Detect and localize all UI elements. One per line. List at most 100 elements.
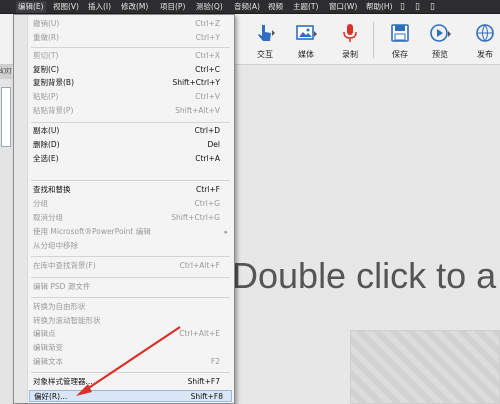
menu-item-edit-with-powerpoint[interactable]: 使用 Microsoft®PowerPoint 编辑 ▸ (33, 226, 228, 238)
placeholder-image (350, 330, 500, 404)
menu-item-group[interactable]: 分组 Ctrl+G (33, 198, 228, 210)
publish-button[interactable]: 发布 (468, 19, 500, 63)
preview-label: 预览 (432, 50, 448, 59)
record-button[interactable]: 录制 (333, 19, 367, 63)
save-label: 保存 (392, 50, 408, 59)
menu-item-select-all-shortcut: Ctrl+A (195, 154, 220, 163)
menu-icon-strip (14, 15, 28, 403)
filmstrip-tab[interactable]: 幻灯 (0, 65, 12, 79)
save-icon (391, 24, 409, 42)
edit-menu-dropdown: 撤销(U) Ctrl+Z 重做(R) Ctrl+Y 剪切(T) Ctrl+X 复制(C… (13, 14, 235, 404)
menu-theme[interactable]: 主题(T) (291, 1, 320, 13)
slide-thumbnail[interactable] (1, 87, 11, 147)
menu-view[interactable]: 视图(V) (51, 1, 81, 13)
menu-help[interactable]: 帮助(H) (364, 1, 395, 13)
menu-separator (31, 47, 230, 48)
menu-item-paste-label: 粘贴(P) (33, 92, 59, 101)
microphone-icon (343, 24, 357, 42)
menu-item-cut-label: 剪切(T) (33, 51, 59, 60)
menu-insert[interactable]: 插入(I) (86, 1, 113, 13)
menu-video[interactable]: 视频 (266, 1, 285, 13)
menu-extra-3-icon[interactable]: ▯ (428, 1, 437, 13)
menu-item-copy-background-shortcut: Shift+Ctrl+Y (172, 78, 220, 87)
menu-item-select-all-label: 全选(E) (33, 154, 59, 163)
menu-item-copy-background-label: 复制背景(B) (33, 78, 74, 87)
menu-project[interactable]: 项目(P) (158, 1, 187, 13)
menu-separator (31, 372, 230, 373)
menu-item-edit-psd[interactable]: 编辑 PSD 源文件 (33, 281, 228, 293)
publish-label: 发布 (477, 50, 493, 59)
media-button[interactable]: 媒体 (289, 19, 323, 63)
menu-item-object-style-manager[interactable]: 对象样式管理器... Shift+F7 (33, 376, 228, 388)
interaction-label: 交互 (257, 50, 273, 59)
menu-item-object-style-manager-shortcut: Shift+F7 (187, 377, 220, 386)
menu-item-undo[interactable]: 撤销(U) Ctrl+Z (33, 18, 228, 30)
preview-icon (430, 24, 451, 42)
menu-item-convert-rollover-label: 转换为滚动智能形状 (33, 316, 101, 325)
menu-item-paste[interactable]: 粘贴(P) Ctrl+V (33, 91, 228, 103)
menu-item-cut-shortcut: Ctrl+X (195, 51, 220, 60)
menu-extra-2-icon[interactable]: ▯ (413, 1, 422, 13)
filmstrip-pane: 幻灯 (0, 65, 12, 404)
menu-item-find-background-in-library-label: 在库中查找背景(F) (33, 261, 96, 270)
menu-item-redo[interactable]: 重做(R) Ctrl+Y (33, 32, 228, 44)
menu-item-cut[interactable]: 剪切(T) Ctrl+X (33, 50, 228, 62)
menu-item-remove-from-group-label: 从分组中移除 (33, 241, 78, 250)
media-icon (296, 25, 317, 40)
save-button[interactable]: 保存 (383, 19, 417, 63)
menu-item-edit-gradient-label: 编辑渐变 (33, 343, 63, 352)
menu-item-preferences-shortcut: Shift+F8 (190, 392, 223, 401)
menu-item-paste-background[interactable]: 粘贴背景(P) Shift+Alt+V (33, 105, 228, 117)
menu-item-copy-background[interactable]: 复制背景(B) Shift+Ctrl+Y (33, 77, 228, 89)
menu-item-group-label: 分组 (33, 199, 48, 208)
menu-edit[interactable]: 编辑(E) (16, 1, 46, 13)
menu-item-select-all[interactable]: 全选(E) Ctrl+A (33, 153, 228, 165)
menu-item-edit-text[interactable]: 编辑文本 F2 (33, 356, 228, 368)
menu-item-redo-label: 重做(R) (33, 33, 60, 42)
menu-item-ungroup-label: 取消分组 (33, 213, 63, 222)
menu-item-group-shortcut: Ctrl+G (194, 199, 220, 208)
menu-item-find-replace-label: 查找和替换 (33, 185, 71, 194)
menu-item-edit-points-shortcut: Ctrl+Alt+E (179, 329, 220, 338)
menu-item-find-background-in-library[interactable]: 在库中查找背景(F) Ctrl+Alt+F (33, 260, 228, 272)
toolbar-divider (373, 22, 374, 58)
menu-item-edit-points[interactable]: 编辑点 Ctrl+Alt+E (33, 328, 228, 340)
menu-item-duplicate-shortcut: Ctrl+D (194, 126, 220, 135)
menu-item-edit-text-shortcut: F2 (210, 357, 220, 366)
menu-item-copy-shortcut: Ctrl+C (195, 65, 220, 74)
menu-item-duplicate[interactable]: 副本(U) Ctrl+D (33, 125, 228, 137)
menu-item-find-background-in-library-shortcut: Ctrl+Alt+F (179, 261, 220, 270)
menu-item-edit-psd-label: 编辑 PSD 源文件 (33, 282, 91, 291)
menu-quiz[interactable]: 测验(Q) (194, 1, 225, 13)
menu-item-ungroup[interactable]: 取消分组 Shift+Ctrl+G (33, 212, 228, 224)
menu-audio[interactable]: 音频(A) (232, 1, 262, 13)
interaction-icon (258, 25, 275, 41)
menu-item-convert-freeform[interactable]: 转换为自由形状 (33, 301, 228, 313)
interaction-button[interactable]: 交互 (248, 19, 282, 63)
menu-item-find-replace[interactable]: 查找和替换 Ctrl+F (33, 184, 228, 196)
preview-button[interactable]: 预览 (423, 19, 457, 63)
menu-item-paste-shortcut: Ctrl+V (195, 92, 220, 101)
menu-item-preferences[interactable]: 偏好(R)... Shift+F8 (29, 390, 232, 402)
menu-window[interactable]: 窗口(W) (327, 1, 359, 13)
menu-item-remove-from-group[interactable]: 从分组中移除 (33, 240, 228, 252)
menu-item-delete[interactable]: 删除(D) Del (33, 139, 228, 151)
menu-item-undo-shortcut: Ctrl+Z (195, 19, 220, 28)
menu-item-copy-label: 复制(C) (33, 65, 60, 74)
menu-item-object-style-manager-label: 对象样式管理器... (33, 377, 93, 386)
menu-item-copy[interactable]: 复制(C) Ctrl+C (33, 64, 228, 76)
menu-item-ungroup-shortcut: Shift+Ctrl+G (171, 213, 220, 222)
menu-separator (31, 256, 230, 257)
placeholder-caption[interactable]: Double click to a (232, 255, 496, 297)
menu-separator (31, 297, 230, 298)
menu-item-paste-background-label: 粘贴背景(P) (33, 106, 74, 115)
menu-item-edit-text-label: 编辑文本 (33, 357, 63, 366)
menu-item-delete-label: 删除(D) (33, 140, 60, 149)
menu-modify[interactable]: 修改(M) (119, 1, 150, 13)
menu-item-edit-points-label: 编辑点 (33, 329, 56, 338)
submenu-arrow-icon: ▸ (224, 228, 228, 236)
menu-item-convert-rollover[interactable]: 转换为滚动智能形状 (33, 315, 228, 327)
menu-item-edit-gradient[interactable]: 编辑渐变 (33, 342, 228, 354)
menu-extra-1-icon[interactable]: ▯ (398, 1, 407, 13)
menu-item-paste-background-shortcut: Shift+Alt+V (175, 106, 220, 115)
